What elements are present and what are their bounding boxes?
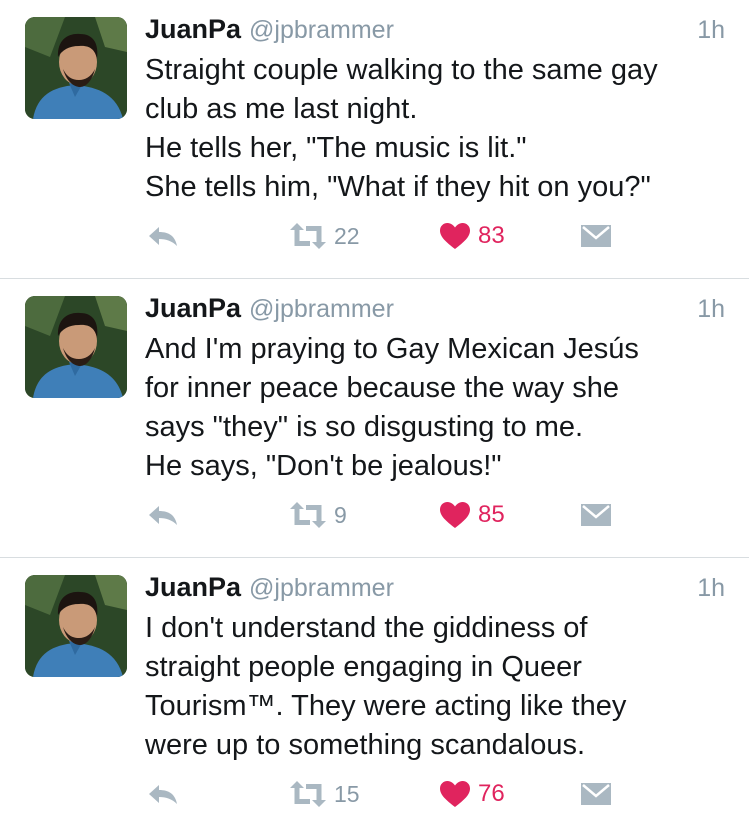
reply-icon: [149, 506, 177, 525]
retweet-icon: [290, 502, 326, 528]
tweet-actions: 9 85: [0, 495, 749, 535]
author-handle[interactable]: @jpbrammer: [249, 574, 394, 602]
reply-icon: [149, 227, 177, 246]
retweet-button[interactable]: 15: [288, 774, 360, 814]
retweet-count: 15: [334, 780, 360, 807]
like-count: 85: [478, 501, 505, 528]
avatar-image: [25, 296, 127, 398]
tweet[interactable]: JuanPa @jpbrammer 1h Straight couple walk…: [0, 0, 749, 279]
tweet-text-line: Straight couple walking to the same gay: [145, 54, 658, 86]
envelope-icon: [581, 504, 611, 526]
retweet-icon: [290, 223, 326, 249]
reply-button[interactable]: [147, 216, 179, 256]
avatar-image: [25, 17, 127, 119]
heart-icon: [440, 222, 470, 249]
avatar[interactable]: [25, 17, 127, 119]
reply-button[interactable]: [147, 495, 179, 535]
avatar[interactable]: [25, 296, 127, 398]
direct-message-button[interactable]: [580, 774, 612, 814]
tweet-text-line: And I'm praying to Gay Mexican Jesús: [145, 333, 639, 365]
heart-icon: [440, 501, 470, 528]
tweet-actions: 22 83: [0, 216, 749, 256]
tweet-text-line: club as me last night.: [145, 93, 418, 125]
like-button[interactable]: 83: [440, 216, 505, 256]
envelope-icon: [581, 225, 611, 247]
like-button[interactable]: 85: [440, 495, 505, 535]
heart-icon: [440, 780, 470, 807]
tweet-text-line: says "they" is so disgusting to me.: [145, 411, 584, 443]
retweet-count: 22: [334, 222, 360, 249]
envelope-icon: [581, 783, 611, 805]
like-count: 76: [478, 780, 505, 807]
like-count: 83: [478, 222, 505, 249]
retweet-button[interactable]: 22: [288, 216, 360, 256]
tweet-header: JuanPa @jpbrammer 1h: [145, 293, 725, 327]
avatar[interactable]: [25, 575, 127, 677]
author-handle[interactable]: @jpbrammer: [249, 16, 394, 44]
tweet-timestamp[interactable]: 1h: [697, 16, 725, 45]
author-name[interactable]: JuanPa: [145, 293, 241, 323]
retweet-button[interactable]: 9: [288, 495, 347, 535]
tweet-text-line: He says, "Don't be jealous!": [145, 450, 502, 482]
tweet-text-line: for inner peace because the way she: [145, 372, 619, 404]
tweet-text-line: were up to something scandalous.: [145, 729, 586, 761]
tweet[interactable]: JuanPa @jpbrammer 1h I don't understand t…: [0, 558, 749, 839]
author-name[interactable]: JuanPa: [145, 14, 241, 44]
tweet[interactable]: JuanPa @jpbrammer 1h And I'm praying to G…: [0, 279, 749, 558]
tweet-timeline: JuanPa @jpbrammer 1h Straight couple walk…: [0, 0, 749, 839]
tweet-header: JuanPa @jpbrammer 1h: [145, 572, 725, 606]
tweet-text-line: Tourism™. They were acting like they: [145, 690, 627, 722]
retweet-icon: [290, 781, 326, 807]
tweet-text: I don't understand the giddiness of stra…: [145, 609, 735, 765]
author-handle[interactable]: @jpbrammer: [249, 295, 394, 323]
author-name[interactable]: JuanPa: [145, 572, 241, 602]
reply-button[interactable]: [147, 774, 179, 814]
reply-icon: [149, 785, 177, 804]
tweet-text: Straight couple walking to the same gay …: [145, 51, 735, 207]
tweet-header: JuanPa @jpbrammer 1h: [145, 14, 725, 48]
tweet-actions: 15 76: [0, 774, 749, 814]
tweet-timestamp[interactable]: 1h: [697, 574, 725, 603]
tweet-text-line: She tells him, "What if they hit on you?…: [145, 171, 651, 203]
tweet-timestamp[interactable]: 1h: [697, 295, 725, 324]
tweet-text-line: straight people engaging in Queer: [145, 651, 582, 683]
direct-message-button[interactable]: [580, 216, 612, 256]
tweet-text-line: He tells her, "The music is lit.": [145, 132, 527, 164]
like-button[interactable]: 76: [440, 774, 505, 814]
avatar-image: [25, 575, 127, 677]
tweet-text: And I'm praying to Gay Mexican Jesús for…: [145, 330, 735, 486]
retweet-count: 9: [334, 501, 347, 528]
direct-message-button[interactable]: [580, 495, 612, 535]
tweet-text-line: I don't understand the giddiness of: [145, 612, 588, 644]
